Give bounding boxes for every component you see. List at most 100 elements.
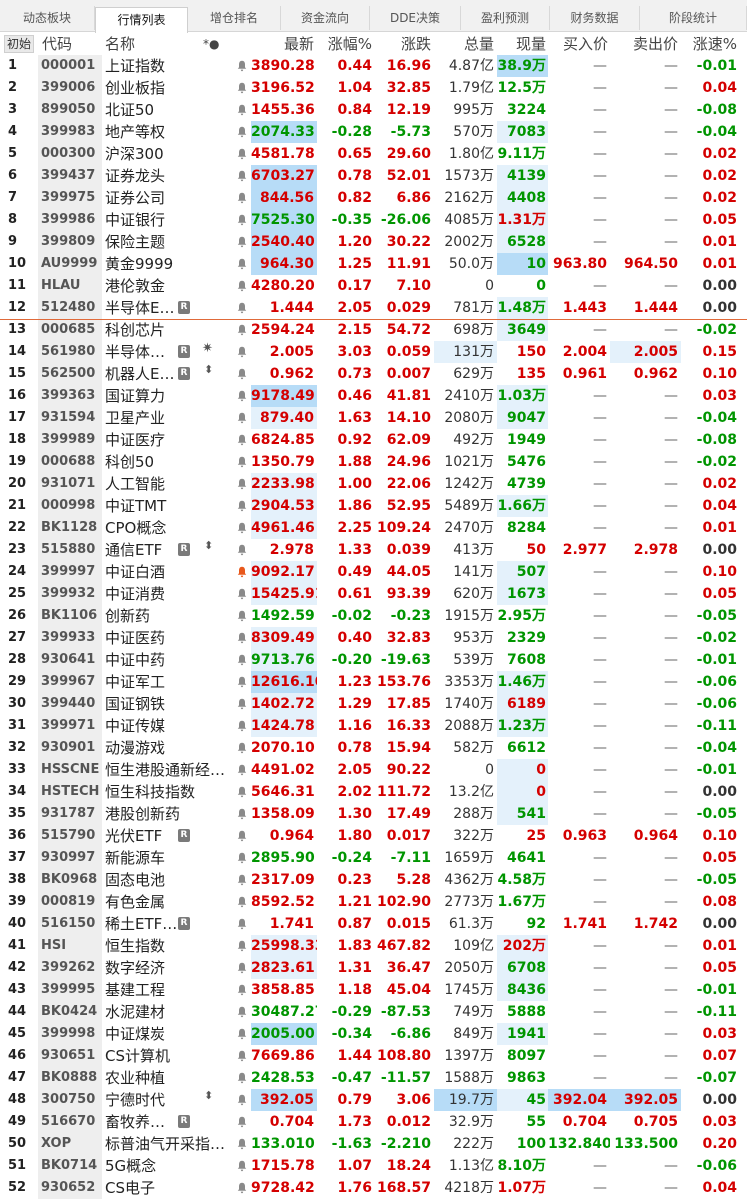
tab-5[interactable]: 盈利预测 [461,6,550,30]
alert-bell-icon[interactable] [237,148,247,160]
table-row[interactable]: 4 399983 地产等权 2074.33 -0.28 -5.73 570万 7083 — — -0… [0,121,747,143]
alert-bell-icon[interactable] [237,786,247,798]
alert-bell-icon[interactable] [237,742,247,754]
table-row[interactable]: 14 561980 半导体… R ✷ 2.005 3.03 0.059 131万 150 2.004… [0,341,747,363]
alert-bell-icon[interactable] [237,192,247,204]
table-row[interactable]: 27 399933 中证医药 8309.49 0.40 32.83 953万 2329 — — -0… [0,627,747,649]
alert-bell-icon[interactable] [237,852,247,864]
table-row[interactable]: 37 930997 新能源车 2895.90 -0.24 -7.11 1659万 4641 — —… [0,847,747,869]
alert-bell-icon[interactable] [237,654,247,666]
table-row[interactable]: 47 BK0888 农业种植 2428.53 -0.47 -11.57 1588万 9863 —… [0,1067,747,1089]
alert-bell-icon[interactable] [237,214,247,226]
table-row[interactable]: 46 930651 CS计算机 7669.86 1.44 108.80 1397万 8097 —… [0,1045,747,1067]
table-row[interactable]: 40 516150 稀土ETF… R 1.741 0.87 0.015 61.3万 92 1.74… [0,913,747,935]
alert-bell-icon[interactable] [237,1116,247,1128]
alert-bell-icon[interactable] [237,412,247,424]
table-row[interactable]: 48 300750 宁德时代 ⬍ 392.05 0.79 3.06 19.7万 45 392.04… [0,1089,747,1111]
alert-bell-icon[interactable] [237,302,247,314]
table-row[interactable]: 13 000685 科创芯片 2594.24 2.15 54.72 698万 3649 — — -0… [0,319,747,341]
alert-bell-icon[interactable] [237,1072,247,1084]
alert-bell-icon[interactable] [237,82,247,94]
alert-bell-icon[interactable] [237,346,247,358]
alert-bell-icon[interactable] [237,984,247,996]
header-cur[interactable]: 现量 [497,33,546,55]
alert-bell-icon[interactable] [237,368,247,380]
table-row[interactable]: 33 HSSCNE 恒生港股通新经… 4491.02 2.05 90.22 0 0 — — -0.0… [0,759,747,781]
alert-bell-icon[interactable] [237,566,247,578]
table-row[interactable]: 9 399809 保险主题 2540.40 1.20 30.22 2002万 6528 — — 0.… [0,231,747,253]
header-star[interactable]: *● [203,33,219,55]
table-row[interactable]: 30 399440 国证钢铁 1402.72 1.29 17.85 1740万 6189 — — -… [0,693,747,715]
alert-bell-icon[interactable] [237,544,247,556]
tab-0[interactable]: 动态板块 [0,6,95,30]
table-row[interactable]: 51 BK0714 5G概念 1715.78 1.07 18.24 1.13亿 8.10万 — —… [0,1155,747,1177]
table-row[interactable]: 41 HSI恒生指数 25998.33 1.83467.82 109亿202万 — — 0.0… [0,935,747,957]
table-row[interactable]: 11 HLAU 港伦敦金 4280.20 0.17 7.10 0 0 — — 0.00 [0,275,747,297]
alert-bell-icon[interactable] [237,456,247,468]
table-row[interactable]: 52 930652 CS电子 9728.42 1.76 168.57 4218万 1.07万 —… [0,1177,747,1199]
alert-bell-icon[interactable] [237,236,247,248]
table-row[interactable]: 31 399971 中证传媒 1424.78 1.16 16.33 2088万 1.23万 — —… [0,715,747,737]
table-row[interactable]: 36 515790 光伏ETF R 0.964 1.80 0.017 322万 25 0.963 0… [0,825,747,847]
table-row[interactable]: 29 399967中证军工 12616.10 1.23153.76 3353万1.46万… [0,671,747,693]
table-row[interactable]: 32 930901 动漫游戏 2070.10 0.78 15.94 582万 6612 — — -0… [0,737,747,759]
tab-2[interactable]: 增仓排名 [188,6,281,30]
header-price[interactable]: 最新 [251,33,314,55]
table-row[interactable]: 43 399995 基建工程 3858.85 1.18 45.04 1745万 8436 — — -… [0,979,747,1001]
table-row[interactable]: 34 HSTECH 恒生科技指数 5646.31 2.02 111.72 13.2亿 0 — — 0… [0,781,747,803]
table-row[interactable]: 44 BK0424水泥建材 30487.27 -0.29 -87.53 749万 5888 —… [0,1001,747,1023]
table-row[interactable]: 5 000300 沪深300 4581.78 0.65 29.60 1.80亿 9.11万 — —… [0,143,747,165]
tab-6[interactable]: 财务数据 [550,6,640,30]
alert-bell-icon[interactable] [237,104,247,116]
alert-bell-icon[interactable] [237,720,247,732]
alert-bell-icon[interactable] [237,280,247,292]
alert-bell-icon[interactable] [237,522,247,534]
table-row[interactable]: 19 000688 科创50 1350.79 1.88 24.96 1021万 5476 — — -… [0,451,747,473]
header-sell[interactable]: 卖出价 [610,33,678,55]
alert-bell-icon[interactable] [237,830,247,842]
table-row[interactable]: 50 XOP 标普油气开采指… 133.010 -1.63 -2.210 222万 100 13… [0,1133,747,1155]
tab-7[interactable]: 阶段统计 [640,6,747,30]
table-row[interactable]: 17 931594 卫星产业 879.40 1.63 14.10 2080万 9047 — — -0… [0,407,747,429]
table-row[interactable]: 38 BK0968 固态电池 2317.09 0.23 5.28 4362万 4.58万 — — -… [0,869,747,891]
alert-bell-icon[interactable] [237,896,247,908]
alert-bell-icon[interactable] [237,1006,247,1018]
table-row[interactable]: 24 399997 中证白酒 9092.17 0.49 44.05 141万 507 — — 0.1… [0,561,747,583]
header-buy[interactable]: 买入价 [548,33,608,55]
alert-bell-icon[interactable] [237,610,247,622]
alert-bell-icon[interactable] [237,500,247,512]
table-row[interactable]: 3 899050 北证50 1455.36 0.84 12.19 995万 3224 — — -0.… [0,99,747,121]
alert-bell-icon[interactable] [237,1138,247,1150]
table-row[interactable]: 20 931071 人工智能 2233.98 1.00 22.06 1242万 4739 — — 0… [0,473,747,495]
alert-bell-icon[interactable] [237,258,247,270]
table-row[interactable]: 28 930641 中证中药 9713.76 -0.20 -19.63 539万 7608 — —… [0,649,747,671]
tab-1[interactable]: 行情列表 [95,7,188,33]
alert-bell-icon[interactable] [237,1050,247,1062]
alert-bell-icon[interactable] [237,698,247,710]
table-row[interactable]: 2 399006 创业板指 3196.52 1.04 32.85 1.79亿 12.5万 — — 0… [0,77,747,99]
table-row[interactable]: 21 000998 中证TMT 2904.53 1.86 52.95 5489万 1.66万 —… [0,495,747,517]
table-row[interactable]: 7 399975 证券公司 844.56 0.82 6.86 2162万 4408 — — 0.02 [0,187,747,209]
alert-bell-icon[interactable] [237,588,247,600]
alert-bell-icon[interactable] [237,764,247,776]
table-row[interactable]: 15 562500 机器人E… R ⬍ 0.962 0.73 0.007 629万 135 0.96… [0,363,747,385]
table-row[interactable]: 25 399932中证消费 15425.91 0.61 93.39 620万1673 — — 0… [0,583,747,605]
header-pct[interactable]: 涨幅% [317,33,372,55]
alert-bell-icon[interactable] [237,1094,247,1106]
alert-bell-icon[interactable] [237,1182,247,1194]
alert-bell-icon[interactable] [237,390,247,402]
alert-bell-icon[interactable] [237,918,247,930]
header-speed[interactable]: 涨速% [681,33,737,55]
table-row[interactable]: 8 399986 中证银行 7525.30 -0.35 -26.06 4085万 1.31万 —… [0,209,747,231]
table-row[interactable]: 23 515880 通信ETF R ⬍ 2.978 1.33 0.039 413万 50 2.977… [0,539,747,561]
table-row[interactable]: 1 000001 上证指数 3890.28 0.44 16.96 4.87亿 38.9万 — — -… [0,55,747,77]
alert-bell-icon[interactable] [237,874,247,886]
table-row[interactable]: 10 AU9999 黄金9999 964.30 1.25 11.91 50.0万 10 963.… [0,253,747,275]
table-row[interactable]: 16 399363 国证算力 9178.49 0.46 41.81 2410万 1.03万 — —… [0,385,747,407]
alert-bell-icon[interactable] [237,434,247,446]
alert-bell-icon[interactable] [237,940,247,952]
table-row[interactable]: 42 399262 数字经济 2823.61 1.31 36.47 2050万 6708 — — 0… [0,957,747,979]
alert-bell-icon[interactable] [237,962,247,974]
header-chg[interactable]: 涨跌 [375,33,431,55]
alert-bell-icon[interactable] [237,170,247,182]
